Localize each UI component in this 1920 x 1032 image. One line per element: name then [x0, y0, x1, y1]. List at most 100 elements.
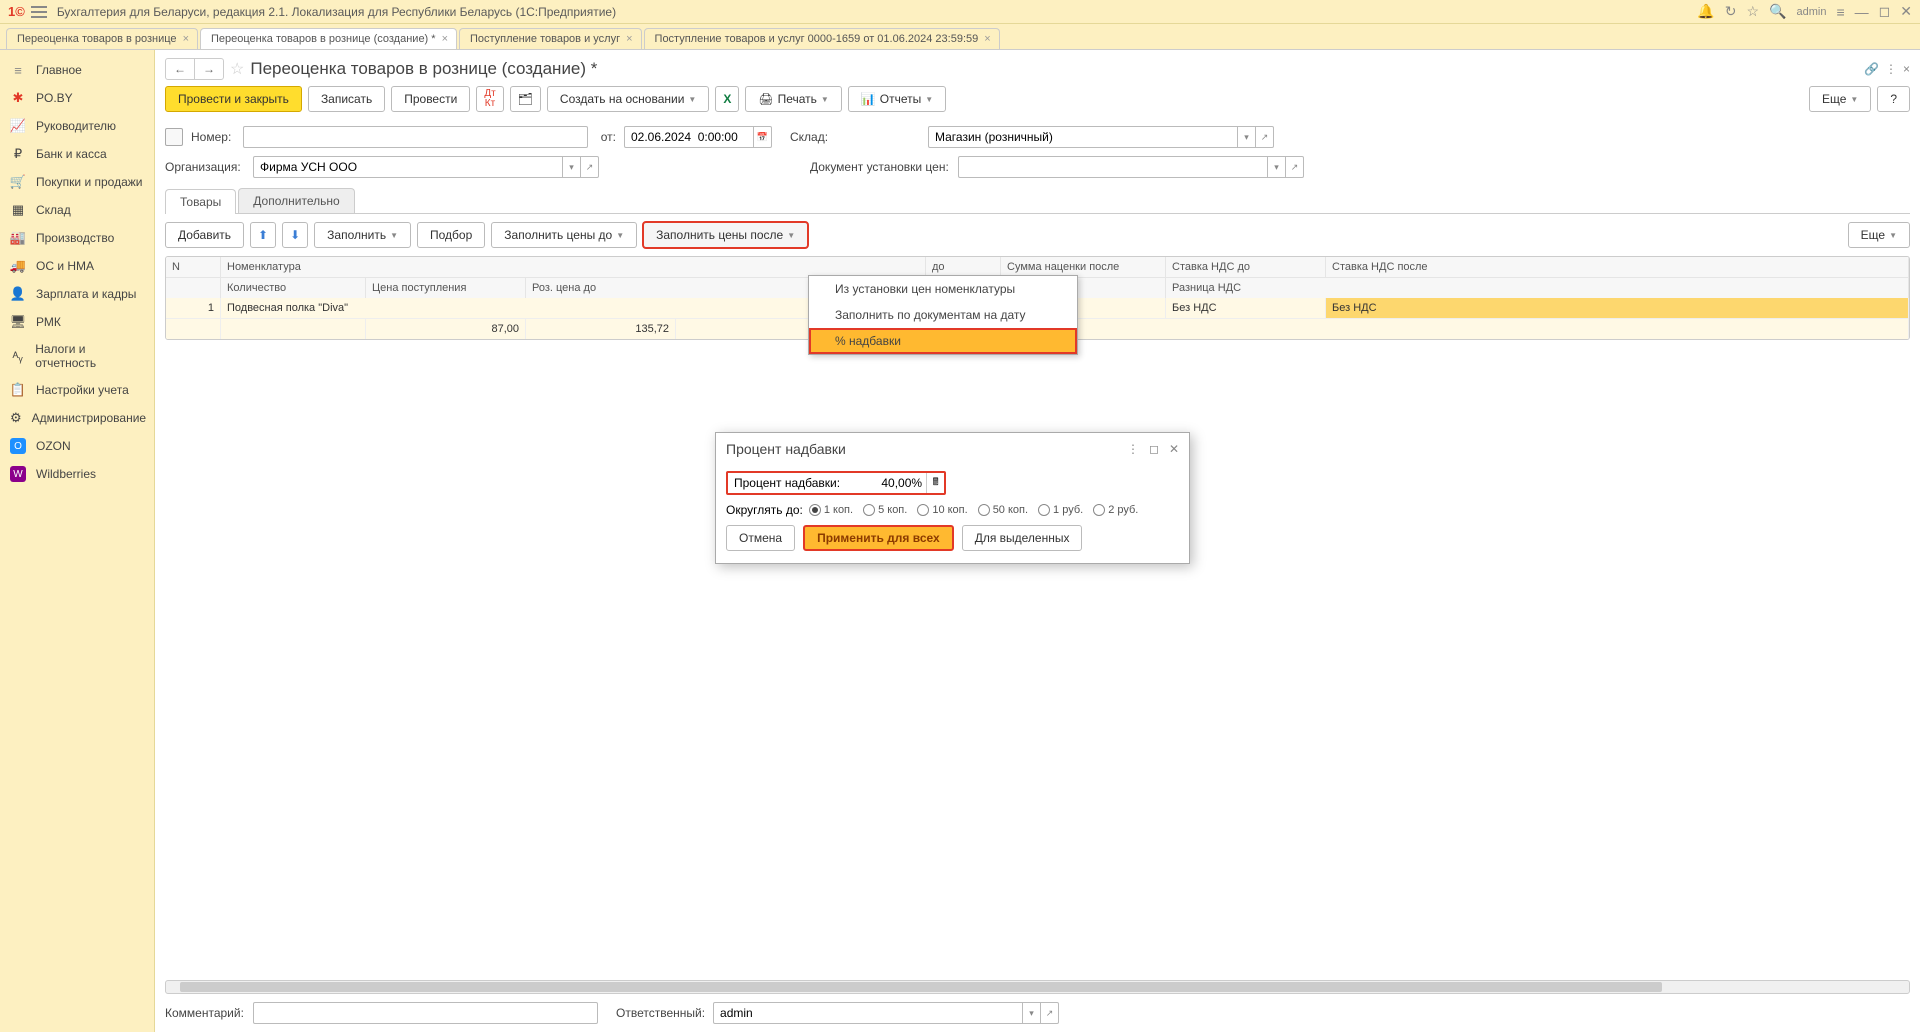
org-label: Организация:: [165, 160, 245, 174]
tab-revaluation-create[interactable]: Переоценка товаров в рознице (создание) …: [200, 28, 457, 49]
horizontal-scrollbar[interactable]: [165, 980, 1910, 994]
dropdown-icon[interactable]: ▾: [1238, 126, 1256, 148]
create-based-button[interactable]: Создать на основании▼: [547, 86, 709, 112]
sidebar-item-assets[interactable]: 🚚ОС и НМА: [0, 252, 154, 280]
round-1rub[interactable]: 1 руб.: [1038, 504, 1083, 516]
tab-additional[interactable]: Дополнительно: [238, 188, 354, 213]
post-button[interactable]: Провести: [391, 86, 470, 112]
sidebar-item-rmk[interactable]: 🖥РМК: [0, 308, 154, 336]
close-icon[interactable]: ×: [442, 33, 448, 45]
close-icon[interactable]: ×: [984, 33, 990, 45]
more-button[interactable]: Еще▼: [1809, 86, 1871, 112]
round-2rub[interactable]: 2 руб.: [1093, 504, 1138, 516]
posted-checkbox[interactable]: [165, 128, 183, 146]
sidebar-item-poby[interactable]: ✱PO.BY: [0, 84, 154, 112]
round-50kop[interactable]: 50 коп.: [978, 504, 1028, 516]
round-10kop[interactable]: 10 коп.: [917, 504, 967, 516]
close-icon[interactable]: ×: [183, 33, 189, 45]
scrollbar-thumb[interactable]: [180, 982, 1662, 992]
settings-icon[interactable]: ≡: [1836, 4, 1844, 20]
document-content: ← → ☆ Переоценка товаров в рознице (созд…: [155, 50, 1920, 1032]
cancel-button[interactable]: Отмена: [726, 525, 795, 551]
bell-icon[interactable]: 🔔: [1697, 3, 1714, 20]
sidebar-item-tax[interactable]: ᴬᵧНалоги и отчетность: [0, 336, 154, 376]
table-more-button[interactable]: Еще▼: [1848, 222, 1910, 248]
sidebar-item-sales[interactable]: 🛒Покупки и продажи: [0, 168, 154, 196]
link-icon[interactable]: 🔗: [1864, 62, 1879, 76]
structure-icon[interactable]: 🗂: [510, 86, 541, 112]
select-button[interactable]: Подбор: [417, 222, 485, 248]
org-input[interactable]: [253, 156, 563, 178]
user-label[interactable]: admin: [1797, 6, 1827, 18]
comment-input[interactable]: [253, 1002, 598, 1024]
price-doc-input[interactable]: [958, 156, 1268, 178]
star-icon[interactable]: ☆: [1747, 3, 1760, 20]
add-row-button[interactable]: Добавить: [165, 222, 244, 248]
burger-menu-icon[interactable]: [31, 6, 47, 18]
favorite-icon[interactable]: ☆: [230, 59, 244, 79]
sidebar-item-wb[interactable]: WWildberries: [0, 460, 154, 488]
calculator-icon[interactable]: 🖩: [926, 473, 944, 493]
dropdown-item-by-documents[interactable]: Заполнить по документам на дату: [809, 302, 1077, 328]
tab-revaluation-list[interactable]: Переоценка товаров в рознице ×: [6, 28, 198, 49]
excel-icon[interactable]: X: [715, 86, 739, 112]
open-icon[interactable]: ↗: [581, 156, 599, 178]
dropdown-item-markup-percent[interactable]: % надбавки: [809, 328, 1077, 354]
help-button[interactable]: ?: [1877, 86, 1910, 112]
round-5kop[interactable]: 5 коп.: [863, 504, 907, 516]
more-icon[interactable]: ⋮: [1885, 62, 1897, 76]
restore-icon[interactable]: ◻: [1879, 3, 1891, 20]
date-input[interactable]: [624, 126, 754, 148]
sidebar-item-hr[interactable]: 👤Зарплата и кадры: [0, 280, 154, 308]
nav-back-icon[interactable]: ←: [166, 59, 195, 79]
apply-all-button[interactable]: Применить для всех: [803, 525, 954, 551]
tab-goods-receipt[interactable]: Поступление товаров и услуг ×: [459, 28, 642, 49]
reports-button[interactable]: 📊 Отчеты▼: [848, 86, 946, 112]
dropdown-icon[interactable]: ▾: [1023, 1002, 1041, 1024]
warehouse-input[interactable]: [928, 126, 1238, 148]
calendar-icon[interactable]: 📅: [754, 126, 772, 148]
tab-goods[interactable]: Товары: [165, 189, 236, 214]
close-doc-icon[interactable]: ×: [1903, 62, 1910, 76]
dialog-maximize-icon[interactable]: ◻: [1149, 442, 1159, 456]
sidebar-item-bank[interactable]: ₽Банк и касса: [0, 140, 154, 168]
apply-selected-button[interactable]: Для выделенных: [962, 525, 1083, 551]
history-icon[interactable]: ↻: [1725, 3, 1737, 20]
responsible-input[interactable]: [713, 1002, 1023, 1024]
sidebar-item-admin[interactable]: ⚙Администрирование: [0, 404, 154, 432]
sidebar-item-production[interactable]: 🏭Производство: [0, 224, 154, 252]
print-button[interactable]: 🖨 Печать▼: [745, 86, 841, 112]
number-input[interactable]: [243, 126, 588, 148]
dialog-title: Процент надбавки: [726, 441, 1127, 457]
percent-input[interactable]: [846, 473, 926, 493]
sidebar-item-settings[interactable]: 📋Настройки учета: [0, 376, 154, 404]
fill-prices-after-button[interactable]: Заполнить цены после▼: [643, 222, 808, 248]
minimize-icon[interactable]: —: [1855, 4, 1869, 20]
dropdown-icon[interactable]: ▾: [563, 156, 581, 178]
fill-button[interactable]: Заполнить▼: [314, 222, 411, 248]
sidebar-item-warehouse[interactable]: ▦Склад: [0, 196, 154, 224]
col-nomenclature: Номенклатура: [221, 257, 926, 277]
dialog-more-icon[interactable]: ⋮: [1127, 442, 1139, 456]
nav-forward-icon[interactable]: →: [195, 59, 223, 79]
fill-prices-before-button[interactable]: Заполнить цены до▼: [491, 222, 637, 248]
close-icon[interactable]: ×: [626, 33, 632, 45]
sidebar-item-manager[interactable]: 📈Руководителю: [0, 112, 154, 140]
round-1kop[interactable]: 1 коп.: [809, 504, 853, 516]
dropdown-item-from-price-setup[interactable]: Из установки цен номенклатуры: [809, 276, 1077, 302]
dialog-close-icon[interactable]: ✕: [1169, 442, 1179, 456]
move-up-icon[interactable]: ⬆: [250, 222, 276, 248]
sidebar-item-main[interactable]: ≡Главное: [0, 56, 154, 84]
open-icon[interactable]: ↗: [1286, 156, 1304, 178]
open-icon[interactable]: ↗: [1256, 126, 1274, 148]
open-icon[interactable]: ↗: [1041, 1002, 1059, 1024]
dropdown-icon[interactable]: ▾: [1268, 156, 1286, 178]
search-icon[interactable]: 🔍: [1769, 3, 1786, 20]
close-app-icon[interactable]: ✕: [1900, 3, 1912, 20]
tab-goods-receipt-doc[interactable]: Поступление товаров и услуг 0000-1659 от…: [644, 28, 1000, 49]
dt-kt-button[interactable]: ДтКт: [476, 86, 503, 112]
save-button[interactable]: Записать: [308, 86, 385, 112]
sidebar-item-ozon[interactable]: OOZON: [0, 432, 154, 460]
post-and-close-button[interactable]: Провести и закрыть: [165, 86, 302, 112]
move-down-icon[interactable]: ⬇: [282, 222, 308, 248]
